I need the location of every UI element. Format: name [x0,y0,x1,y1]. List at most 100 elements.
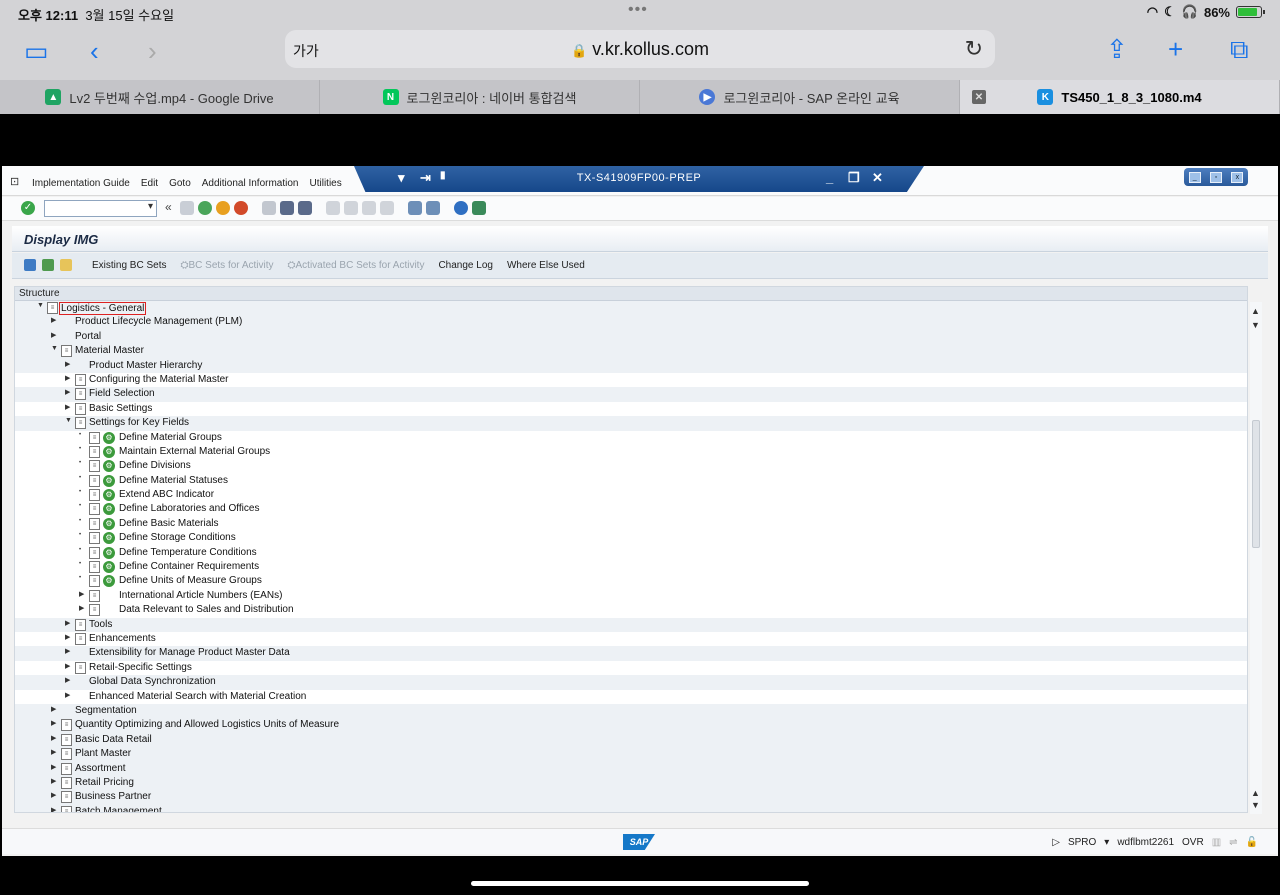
scroll-up-bottom-icon[interactable]: ▲ [1251,788,1260,798]
expand-icon[interactable]: ▶ [65,691,70,699]
documentation-icon[interactable]: ≡ [89,575,100,588]
back-icon[interactable]: ‹ [90,38,99,64]
documentation-icon[interactable]: ≡ [89,489,100,502]
address-bar[interactable]: 가가 🔒 v.kr.kollus.com ↻ [285,30,995,68]
documentation-icon[interactable]: ≡ [61,345,72,358]
tree-node[interactable]: • ≡ ⚙ Define Container Requirements [15,560,1247,574]
tree-node[interactable]: ▶ ≡ Retail-Specific Settings [15,661,1247,675]
expand-icon[interactable]: ▶ [51,777,56,785]
change-log-button[interactable]: Change Log [438,260,493,271]
tree-node[interactable]: ▼ ≡ Settings for Key Fields [15,416,1247,431]
tree-node[interactable]: ▶ ≡ Enhancements [15,632,1247,646]
documentation-icon[interactable]: ≡ [61,719,72,732]
documentation-icon[interactable]: ≡ [89,460,100,473]
expand-icon[interactable] [42,259,54,271]
tree-node-label[interactable]: Define Basic Materials [119,518,218,529]
expand-icon[interactable]: ▶ [65,619,70,627]
menu-icon[interactable]: ⊡ [10,175,19,188]
tree-node-label[interactable]: Data Relevant to Sales and Distribution [119,604,294,615]
print-icon[interactable] [262,201,276,215]
tree-node[interactable]: • ≡ ⚙ Define Basic Materials [15,517,1247,531]
tree-node[interactable]: • ≡ ⚙ Define Divisions [15,459,1247,473]
tree-node-label[interactable]: Define Units of Measure Groups [119,575,262,586]
menu-utilities[interactable]: Utilities [310,178,342,189]
documentation-icon[interactable]: ≡ [89,445,100,458]
command-field[interactable] [44,200,157,217]
tree-node[interactable]: ▶ ≡ Quantity Optimizing and Allowed Logist… [15,718,1247,733]
input-mode[interactable]: OVR [1182,837,1204,848]
tree-node[interactable]: ▶ ≡ Configuring the Material Master [15,373,1247,387]
expand-icon[interactable]: ▶ [51,791,56,799]
documentation-icon[interactable]: ≡ [75,632,86,645]
vertical-scrollbar[interactable]: ▲ ▼ ▲ ▼ [1250,302,1262,814]
documentation-icon[interactable]: ≡ [89,604,100,617]
menu-goto[interactable]: Goto [169,178,191,189]
expand-icon[interactable]: ▶ [51,316,56,324]
tree-node[interactable]: ▶ ≡ International Article Numbers (EANs) [15,589,1247,603]
tree-node[interactable]: • ≡ ⚙ Define Material Groups [15,431,1247,445]
where-else-used-button[interactable]: Where Else Used [507,260,585,271]
tree-node[interactable]: ▶ ≡ Tools [15,617,1247,632]
expand-icon[interactable]: ▶ [65,403,70,411]
tree-node-label[interactable]: Batch Management [75,806,162,812]
execute-activity-icon[interactable]: ⚙ [103,546,115,559]
tree-node[interactable]: • ≡ ⚙ Extend ABC Indicator [15,488,1247,502]
notes-icon[interactable] [60,259,72,271]
tree-node-label[interactable]: Portal [75,331,101,342]
find-icon[interactable] [280,201,294,215]
tree-node-label[interactable]: Global Data Synchronization [89,676,216,687]
expand-icon[interactable]: ▶ [51,705,56,713]
tree-node[interactable]: ▶ ≡ Field Selection [15,387,1247,402]
documentation-icon[interactable]: ≡ [61,805,72,812]
tree-node-label[interactable]: Basic Data Retail [75,734,152,745]
tree-node[interactable]: ▶ ≡ Plant Master [15,747,1247,762]
tab-sap-course[interactable]: ▶ 로그윈코리아 - SAP 온라인 교육 [640,80,960,114]
tree-node[interactable]: ▶ ≡ Batch Management [15,804,1247,812]
expand-icon[interactable]: ▶ [79,590,84,598]
status-play-icon[interactable]: ▷ [1052,837,1060,848]
documentation-icon[interactable]: ≡ [75,388,86,401]
tree-node-label[interactable]: Logistics - General [59,302,147,315]
expand-icon[interactable]: ▶ [65,633,70,641]
window-maximize-icon[interactable]: ▫ [1209,171,1222,183]
expand-icon[interactable]: ▶ [65,360,70,368]
next-page-icon[interactable] [362,201,376,215]
execute-activity-icon[interactable]: ⚙ [103,445,115,458]
documentation-icon[interactable]: ≡ [61,748,72,761]
tree-node[interactable]: • ≡ ⚙ Define Units of Measure Groups [15,574,1247,588]
documentation-icon[interactable]: ≡ [61,733,72,746]
filter-icon[interactable] [24,259,36,271]
documentation-icon[interactable]: ≡ [89,431,100,444]
tree-node[interactable]: ▶ Portal [15,329,1247,345]
tree-node[interactable]: ▼ ≡ Logistics - General [15,301,1247,316]
close-tab-icon[interactable]: ✕ [972,90,986,104]
tree-node-label[interactable]: Maintain External Material Groups [119,446,270,457]
documentation-icon[interactable]: ≡ [61,776,72,789]
execute-activity-icon[interactable]: ⚙ [103,431,115,444]
tree-node-label[interactable]: Define Material Statuses [119,475,228,486]
expand-icon[interactable]: ▶ [65,388,70,396]
tree-node-label[interactable]: Business Partner [75,791,151,802]
execute-activity-icon[interactable]: ⚙ [103,561,115,574]
menu-implementation-guide[interactable]: Implementation Guide [32,178,130,189]
documentation-icon[interactable]: ≡ [75,402,86,415]
window-close-icon[interactable]: x [1231,171,1244,183]
scroll-down-icon[interactable]: ▼ [1251,800,1260,810]
exit-orange-icon[interactable] [216,201,230,215]
existing-bc-sets-button[interactable]: Existing BC Sets [92,260,166,271]
tree-node[interactable]: ▶ ≡ Assortment [15,761,1247,776]
tree-node-label[interactable]: Define Container Requirements [119,561,259,572]
expand-icon[interactable]: ▶ [51,806,56,812]
tree-node-label[interactable]: Tools [89,619,112,630]
expand-icon[interactable]: ▶ [51,331,56,339]
tree-node-label[interactable]: Material Master [75,345,144,356]
expand-icon[interactable]: ▶ [51,719,56,727]
tree-node-label[interactable]: Product Lifecycle Management (PLM) [75,316,242,327]
execute-activity-icon[interactable]: ⚙ [103,489,115,502]
expand-icon[interactable]: ▶ [65,662,70,670]
sidebar-icon[interactable]: ▭ [24,38,49,64]
tab-google-drive[interactable]: ▲ Lv2 두번째 수업.mp4 - Google Drive [0,80,320,114]
tree-node-label[interactable]: Basic Settings [89,403,152,414]
layout-menu-icon[interactable] [472,201,486,215]
expand-icon[interactable]: ▶ [51,748,56,756]
